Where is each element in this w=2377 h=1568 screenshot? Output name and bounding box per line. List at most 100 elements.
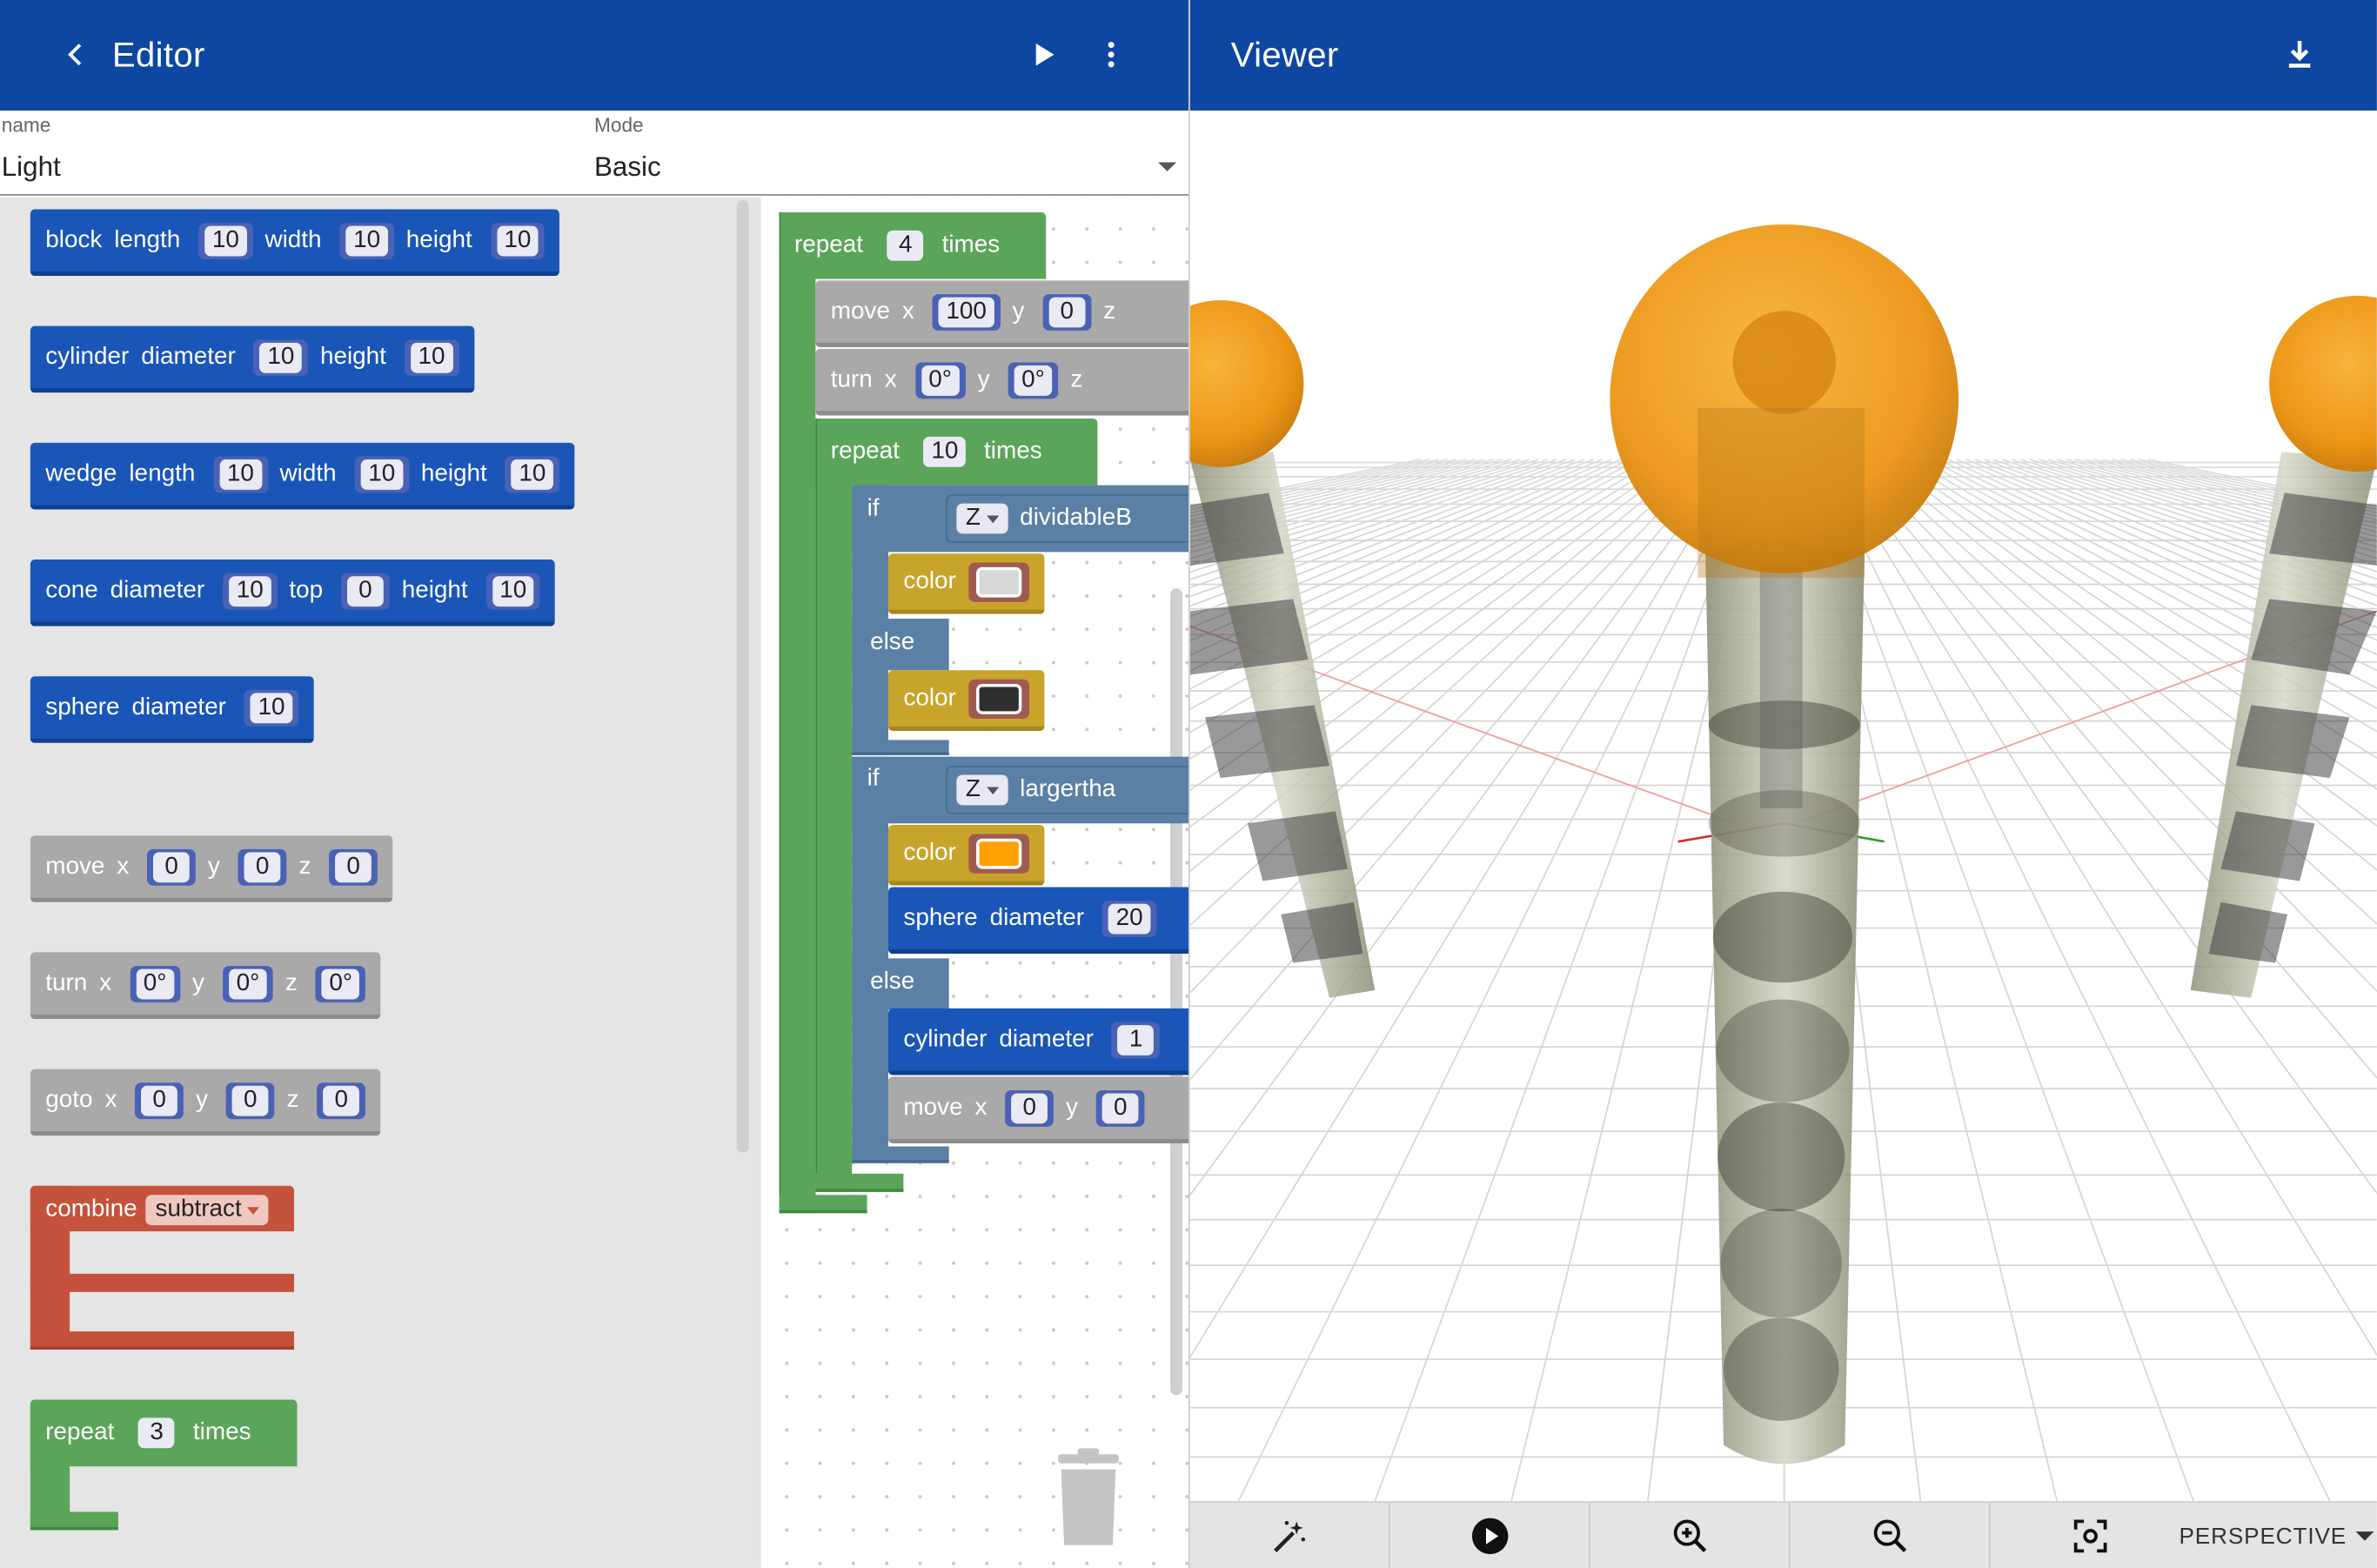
x-value[interactable]: 0	[1011, 1092, 1048, 1123]
height-value[interactable]: 10	[511, 459, 554, 490]
color-block-dark[interactable]: color	[887, 670, 1044, 731]
zoom-in-button[interactable]	[1590, 1503, 1791, 1568]
value-slot[interactable]: 0	[1042, 293, 1092, 331]
value-slot[interactable]: 0°	[315, 965, 366, 1002]
mode-select[interactable]: Basic	[594, 151, 661, 184]
block-workspace[interactable]: repeat 4 times move x 100 y 0 z turn x 0…	[760, 197, 1188, 1568]
z-angle-value[interactable]: 0°	[321, 968, 360, 999]
value-slot[interactable]: 10	[918, 433, 972, 470]
y-angle-value[interactable]: 0°	[1014, 365, 1053, 395]
move-block[interactable]: move x 0 y 0	[887, 1076, 1188, 1143]
more-menu-button[interactable]	[1081, 24, 1142, 85]
move-block[interactable]: move x 100 y 0 z	[815, 280, 1188, 348]
value-slot[interactable]: 10	[404, 338, 459, 376]
run-button[interactable]	[1013, 24, 1074, 85]
trash-button[interactable]	[1052, 1448, 1125, 1556]
toolbox-goto-block[interactable]: goto x 0 y 0 z 0	[30, 1069, 381, 1136]
value-slot[interactable]: 1	[1111, 1021, 1161, 1058]
repeat-inner-block[interactable]: repeat 10 times	[815, 427, 1057, 476]
value-slot[interactable]: 100	[932, 293, 1001, 331]
y-value[interactable]: 0	[1101, 1092, 1139, 1123]
value-slot[interactable]: 10	[213, 455, 268, 493]
toolbox-turn-block[interactable]: turn x 0° y 0° z 0°	[30, 952, 382, 1020]
value-slot[interactable]: 0	[1095, 1089, 1145, 1126]
top-value[interactable]: 0	[346, 575, 384, 606]
color-swatch-slot[interactable]	[968, 561, 1029, 601]
magic-button[interactable]	[1190, 1503, 1390, 1568]
color-swatch-orange[interactable]	[975, 837, 1021, 868]
y-value[interactable]: 0	[231, 1084, 269, 1116]
download-button[interactable]	[2269, 24, 2330, 85]
toolbox-move-block[interactable]: move x 0 y 0 z 0	[30, 835, 393, 902]
height-value[interactable]: 10	[492, 575, 534, 606]
3d-viewport[interactable]	[1189, 111, 2377, 1502]
condition-block[interactable]: Z largertha	[946, 766, 1188, 814]
name-field[interactable]: Light	[2, 151, 61, 184]
value-slot[interactable]: 10	[244, 689, 299, 726]
width-value[interactable]: 10	[345, 224, 388, 256]
chevron-down-icon[interactable]	[1158, 162, 1177, 171]
toolbox-cone-block[interactable]: cone diameter 10 top 0 height 10	[30, 560, 556, 627]
value-slot[interactable]: 0°	[222, 965, 273, 1002]
x-value[interactable]: 100	[938, 296, 994, 327]
value-slot[interactable]: 10	[253, 338, 309, 376]
value-slot[interactable]: 10	[354, 455, 409, 493]
value-slot[interactable]: 0	[341, 572, 390, 609]
repeat-outer-block[interactable]: repeat 4 times	[780, 221, 1015, 270]
value-slot[interactable]: 4	[881, 227, 930, 264]
condition-block[interactable]: Z dividableB	[946, 494, 1188, 543]
color-block-orange[interactable]: color	[887, 825, 1044, 886]
toolbox-scrollbar[interactable]	[736, 200, 749, 1153]
repeat-count-value[interactable]: 3	[138, 1417, 176, 1449]
value-slot[interactable]: 10	[485, 572, 540, 609]
toolbox-wedge-block[interactable]: wedge length 10 width 10 height 10	[30, 442, 575, 510]
length-value[interactable]: 10	[204, 224, 247, 256]
height-value[interactable]: 10	[496, 224, 539, 256]
color-block-light[interactable]: color	[887, 553, 1044, 614]
value-slot[interactable]: 0°	[1008, 361, 1059, 399]
x-angle-value[interactable]: 0°	[136, 968, 175, 999]
diameter-value[interactable]: 1	[1117, 1024, 1155, 1055]
sphere-block[interactable]: sphere diameter 20	[887, 887, 1188, 955]
height-value[interactable]: 10	[410, 341, 453, 372]
value-slot[interactable]: 0	[135, 1082, 184, 1119]
value-slot[interactable]: 10	[490, 222, 546, 259]
fit-view-button[interactable]	[1991, 1503, 2191, 1568]
turn-block[interactable]: turn x 0° y 0° z	[815, 348, 1188, 416]
toolbox-cylinder-block[interactable]: cylinder diameter 10 height 10	[30, 325, 474, 393]
toolbox-block-block[interactable]: block length 10 width 10 height 10	[30, 209, 560, 277]
width-value[interactable]: 10	[360, 459, 403, 490]
value-slot[interactable]: 0	[317, 1082, 366, 1119]
value-slot[interactable]: 10	[223, 572, 278, 609]
value-slot[interactable]: 0°	[130, 965, 181, 1002]
diameter-value[interactable]: 10	[229, 575, 271, 606]
value-slot[interactable]: 0	[238, 848, 287, 885]
color-swatch-slot[interactable]	[968, 678, 1029, 719]
zoom-out-button[interactable]	[1791, 1503, 1991, 1568]
toolbox-combine-block[interactable]: combine subtract	[30, 1185, 295, 1350]
z-value[interactable]: 0	[335, 851, 372, 882]
projection-dropdown[interactable]: PERSPECTIVE	[2179, 1503, 2377, 1568]
value-slot[interactable]: 0	[225, 1082, 275, 1119]
y-value[interactable]: 0	[1048, 296, 1086, 327]
value-slot[interactable]: 10	[339, 222, 394, 259]
length-value[interactable]: 10	[219, 459, 262, 490]
x-angle-value[interactable]: 0°	[921, 365, 960, 395]
toolbox-sphere-block[interactable]: sphere diameter 10	[30, 676, 314, 743]
variable-dropdown[interactable]: Z	[956, 503, 1008, 534]
color-swatch-light[interactable]	[975, 566, 1021, 597]
diameter-value[interactable]: 20	[1108, 902, 1151, 934]
value-slot[interactable]: 10	[198, 222, 253, 259]
value-slot[interactable]: 0	[329, 848, 378, 885]
value-slot[interactable]: 3	[132, 1415, 181, 1451]
y-angle-value[interactable]: 0°	[228, 968, 267, 999]
value-slot[interactable]: 0	[1005, 1089, 1055, 1126]
value-slot[interactable]: 10	[505, 455, 560, 493]
diameter-value[interactable]: 10	[259, 341, 303, 372]
value-slot[interactable]: 0	[147, 848, 196, 885]
color-swatch-dark[interactable]	[975, 683, 1021, 714]
x-value[interactable]: 0	[141, 1084, 178, 1116]
color-swatch-slot[interactable]	[968, 833, 1029, 873]
value-slot[interactable]: 0°	[914, 361, 966, 399]
back-button[interactable]	[45, 24, 106, 85]
